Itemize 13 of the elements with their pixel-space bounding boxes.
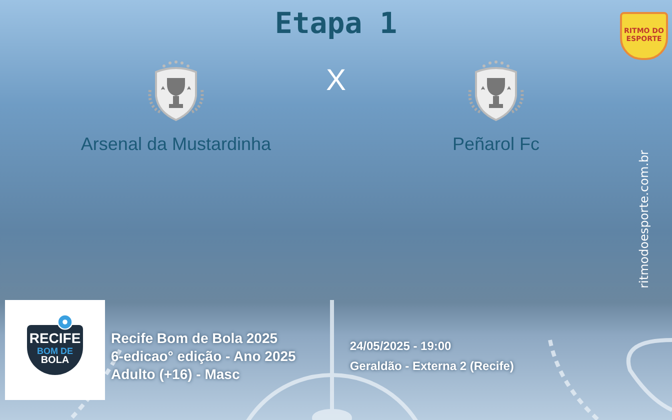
site-url: ritmodoesporte.com.br: [637, 150, 651, 288]
versus-label: X: [326, 64, 346, 98]
tournament-info: Recife Bom de Bola 2025: [111, 330, 279, 346]
stage-title: Etapa 1: [274, 6, 398, 40]
tournament-info: 6-edicao° edição - Ano 2025: [111, 348, 296, 364]
match-datetime: 24/05/2025 - 19:00: [350, 339, 452, 353]
match-venue: Geraldão - Externa 2 (Recife): [350, 359, 514, 373]
logo-text: BOLA: [40, 356, 70, 366]
logo-text: RECIFE: [29, 331, 81, 345]
logo-text: BOM DE: [37, 347, 73, 356]
team-name: Arsenal da Mustardinha: [80, 134, 272, 155]
team-name: Peñarol Fc: [452, 134, 540, 155]
tournament-info: Adulto (+16) - Masc: [111, 366, 241, 382]
